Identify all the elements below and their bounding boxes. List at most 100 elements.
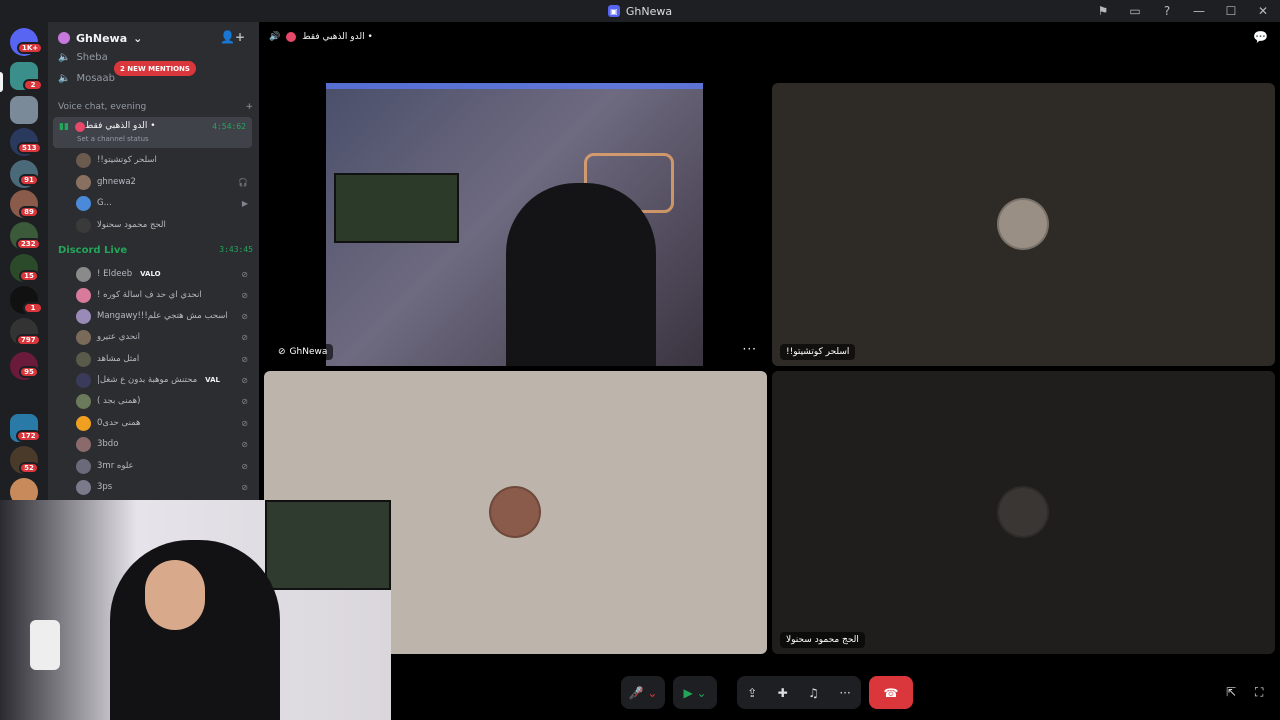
- live-bars-icon: ▮▮: [59, 122, 69, 132]
- voice-member[interactable]: الحج محمود سحنولا: [76, 216, 248, 234]
- voice-member[interactable]: انحدي عتيرو ⊘: [76, 328, 248, 346]
- voice-member[interactable]: 3bdo ⊘: [76, 435, 248, 453]
- plus-icon[interactable]: +: [245, 102, 253, 112]
- pop-out-icon[interactable]: ⇱: [1226, 685, 1236, 699]
- category-name: Voice chat, evening: [58, 102, 147, 112]
- camera-button[interactable]: ▶ ⌄: [673, 676, 717, 709]
- voice-member[interactable]: Mangawy!!!اسحب مش هتجي علم ⊘: [76, 307, 248, 325]
- window-title: GhNewa: [625, 4, 673, 18]
- member-name: ( همنى بجد): [97, 396, 141, 406]
- add-user-icon[interactable]: 👤+: [220, 30, 245, 44]
- tv-screen: [334, 173, 459, 243]
- server-badge: 172: [16, 430, 41, 442]
- category-header[interactable]: Voice chat, evening +: [58, 102, 253, 112]
- maximize-button[interactable]: ☐: [1224, 4, 1238, 18]
- voice-member[interactable]: امثل مشاهد ⊘: [76, 350, 248, 368]
- voice-member[interactable]: ( همنى بجد) ⊘: [76, 392, 248, 410]
- member-name: امثل مشاهد: [97, 354, 140, 364]
- avatar: [76, 174, 91, 190]
- member-name: 0همنى حدى: [97, 418, 141, 428]
- participant-tile[interactable]: الحج محمود سحنولا: [772, 371, 1275, 654]
- muted-icon: ⊘: [241, 396, 248, 406]
- channel-name: Sheba: [76, 51, 108, 63]
- screen-share-icon[interactable]: ⇪: [747, 686, 757, 700]
- channel-dot-icon: [286, 32, 297, 42]
- voice-member[interactable]: ! Eldeeb VALO ⊘: [76, 265, 248, 283]
- member-name: ! انحدي اي حد ف اسالة كوره: [97, 290, 202, 300]
- activity-controls: ⇪ ✚ ♫ ···: [737, 676, 861, 709]
- server-badge: 797: [16, 334, 41, 346]
- avatar: [76, 393, 91, 409]
- voice-member[interactable]: |محتنش موهبة بدون ع شغل VAL ⊘: [76, 371, 248, 389]
- channel-name: Mosaab: [76, 72, 116, 84]
- voice-settings-icon[interactable]: 🔊: [269, 32, 280, 42]
- screen-icon[interactable]: ▭: [1128, 4, 1142, 18]
- muted-icon: ⊘: [278, 347, 286, 357]
- voice-member[interactable]: G... ▶: [76, 194, 248, 212]
- fullscreen-icon[interactable]: ⛶: [1255, 685, 1263, 700]
- voice-member[interactable]: ghnewa2 🎧: [76, 173, 248, 191]
- channel-dot-icon: [75, 122, 85, 132]
- member-name: G...: [97, 198, 112, 208]
- soundboard-icon[interactable]: ♫: [808, 686, 819, 700]
- home-badge: 1K+: [17, 42, 44, 54]
- server-badge-icon: [58, 32, 70, 44]
- chat-icon[interactable]: 💬: [1253, 30, 1268, 44]
- call-controls: 🎤̸ ⌄ ▶ ⌄ ⇪ ✚ ♫ ··· ☎: [621, 676, 913, 709]
- live-voice-channel[interactable]: Discord Live 3:43:45: [58, 245, 253, 256]
- streamer-face: [145, 560, 205, 630]
- avatar: [76, 351, 91, 367]
- camera-icon: ▶: [241, 198, 248, 208]
- more-icon[interactable]: ···: [839, 686, 850, 700]
- astronaut-figure: [30, 620, 60, 670]
- stage-channel-title: الدو الذهبي فقط •: [302, 32, 373, 42]
- voice-member[interactable]: ! انحدي اي حد ف اسالة كوره ⊘: [76, 286, 248, 304]
- close-button[interactable]: ✕: [1256, 4, 1270, 18]
- server-badge: 2: [23, 79, 43, 91]
- tile-label: !!اسلحر كوتشيتو: [780, 344, 856, 360]
- server-icon[interactable]: [10, 96, 38, 124]
- new-mentions-badge[interactable]: 2 NEW MENTIONS: [114, 61, 196, 76]
- avatar: [76, 415, 91, 431]
- active-voice-channel[interactable]: ▮▮ الدو الذهبي فقط • 4:54:62 Set a chann…: [53, 117, 252, 148]
- muted-icon: ⊘: [241, 461, 248, 471]
- webcam-feed: [326, 83, 703, 366]
- channel-status[interactable]: Set a channel status: [77, 135, 149, 143]
- help-icon[interactable]: ?: [1160, 4, 1174, 18]
- server-badge: 52: [19, 462, 39, 474]
- participant-tile[interactable]: !!اسلحر كوتشيتو: [772, 83, 1275, 366]
- avatar: [76, 287, 91, 303]
- member-tag: VALO: [138, 270, 163, 278]
- member-name: ! Eldeeb: [97, 269, 133, 279]
- minimize-button[interactable]: —: [1192, 4, 1206, 18]
- title-bar: ▣ GhNewa ⚑ ▭ ? — ☐ ✕: [0, 0, 1280, 22]
- video-tile[interactable]: ⊘ GhNewa ···: [264, 83, 767, 366]
- activities-icon[interactable]: ✚: [778, 686, 788, 700]
- voice-member[interactable]: 0همنى حدى ⊘: [76, 414, 248, 432]
- voice-member[interactable]: 3mr علوه ⊘: [76, 457, 248, 475]
- member-name: الحج محمود سحنولا: [97, 220, 166, 230]
- leave-call-button[interactable]: ☎: [869, 676, 913, 709]
- voice-member[interactable]: !!اسلحر كوتشيتو: [76, 151, 248, 169]
- more-options-icon[interactable]: ···: [743, 342, 757, 356]
- member-name: Mangawy!!!اسحب مش هتجي علم: [97, 311, 228, 321]
- server-name: GhNewa: [76, 31, 128, 45]
- inbox-flag-icon[interactable]: ⚑: [1096, 4, 1110, 18]
- muted-icon: ⊘: [241, 290, 248, 300]
- mute-button[interactable]: 🎤̸ ⌄: [621, 676, 665, 709]
- avatar: [76, 308, 91, 324]
- muted-icon: ⊘: [241, 354, 248, 364]
- member-name: 3ps: [97, 482, 113, 492]
- avatar: [76, 329, 91, 345]
- tv-screen: [265, 500, 391, 590]
- muted-icon: ⊘: [241, 269, 248, 279]
- voice-stage: 🔊 الدو الذهبي فقط • 💬 ⊘ GhNewa ··· !!اسل…: [259, 22, 1280, 720]
- voice-member[interactable]: 3ps ⊘: [76, 478, 248, 496]
- avatar: [76, 266, 91, 282]
- avatar: [76, 458, 91, 474]
- avatar: [76, 195, 91, 211]
- avatar: [489, 486, 541, 538]
- server-badge: 15: [19, 270, 39, 282]
- voice-timer: 4:54:62: [212, 122, 246, 131]
- muted-icon: ⊘: [241, 418, 248, 428]
